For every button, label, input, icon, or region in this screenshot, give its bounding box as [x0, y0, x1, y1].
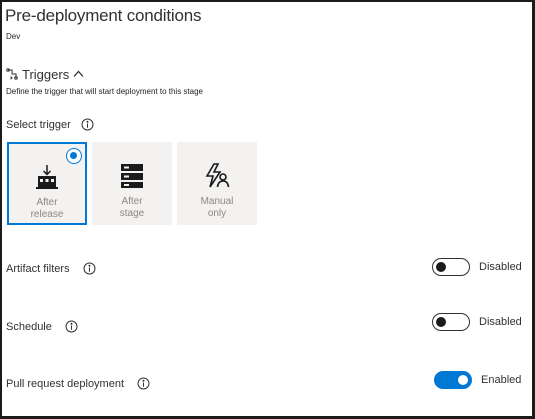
radio-selected-icon	[66, 148, 82, 164]
schedule-toggle[interactable]	[432, 313, 470, 331]
triggers-description: Define the trigger that will start deplo…	[6, 87, 203, 96]
triggers-section-toggle[interactable]: Triggers	[6, 65, 84, 83]
schedule-row: Schedule	[6, 320, 78, 333]
artifact-filters-state: Disabled	[479, 261, 522, 273]
manual-only-label: Manual only	[200, 196, 234, 219]
schedule-toggle-group: Disabled	[432, 313, 522, 331]
pull-request-label: Pull request deployment	[6, 377, 125, 390]
release-icon	[34, 164, 60, 195]
select-trigger-label: Select trigger	[6, 118, 71, 131]
pre-deployment-panel: Pre-deployment conditions Dev Triggers D…	[0, 0, 535, 419]
after-stage-label: After stage	[119, 196, 145, 219]
info-icon[interactable]	[83, 262, 96, 275]
pull-request-state: Enabled	[481, 374, 522, 386]
panel-title: Pre-deployment conditions	[5, 6, 202, 25]
triggers-heading: Triggers	[22, 66, 70, 82]
artifact-filters-toggle-group: Disabled	[432, 258, 522, 276]
artifact-filters-toggle[interactable]	[432, 258, 470, 276]
select-trigger-row: Select trigger	[6, 118, 94, 131]
chevron-up-icon	[73, 65, 84, 83]
trigger-option-after-stage[interactable]: After stage	[92, 142, 172, 225]
info-icon[interactable]	[81, 118, 94, 131]
pull-request-row: Pull request deployment	[6, 377, 150, 390]
trigger-icon	[6, 68, 18, 80]
artifact-filters-label: Artifact filters	[6, 262, 70, 275]
pull-request-toggle-group: Enabled	[434, 371, 521, 389]
info-icon[interactable]	[65, 320, 78, 333]
artifact-filters-row: Artifact filters	[6, 262, 96, 275]
info-icon[interactable]	[137, 377, 150, 390]
stage-name: Dev	[6, 32, 21, 41]
schedule-label: Schedule	[6, 320, 52, 333]
pull-request-toggle[interactable]	[434, 371, 472, 389]
stage-icon	[120, 163, 144, 194]
manual-icon	[204, 163, 230, 194]
after-release-label: After release	[30, 197, 64, 220]
trigger-option-manual-only[interactable]: Manual only	[177, 142, 257, 225]
trigger-option-after-release[interactable]: After release	[7, 142, 87, 225]
schedule-state: Disabled	[479, 316, 522, 328]
